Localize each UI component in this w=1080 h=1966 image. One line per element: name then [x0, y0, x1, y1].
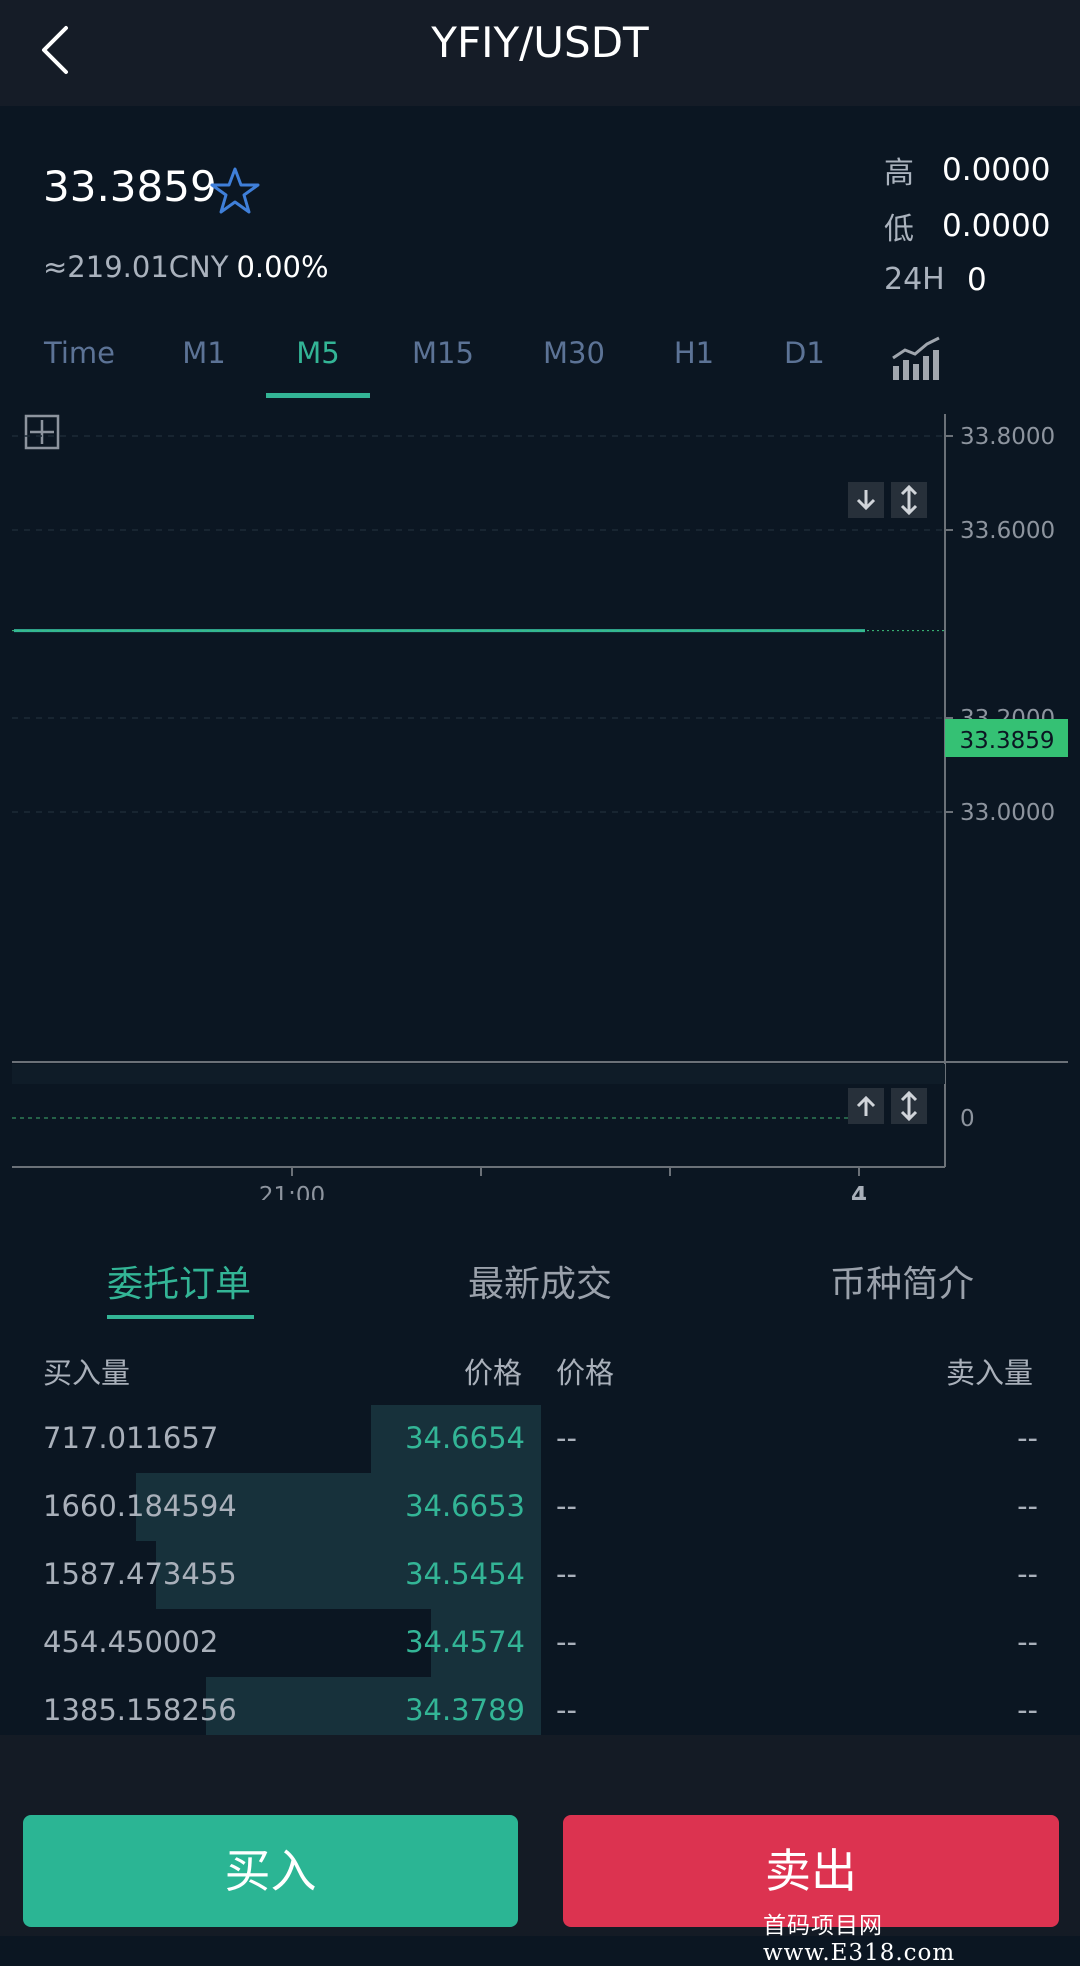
- buy-price: 34.6654: [405, 1421, 525, 1455]
- sell-price: --: [556, 1625, 577, 1659]
- sell-amount: --: [1017, 1489, 1038, 1523]
- price-chart[interactable]: 33.800033.600033.200033.0000 33.3859 0 2…: [0, 410, 1080, 1200]
- order-row[interactable]: 717.011657 34.6654 -- --: [0, 1405, 1080, 1473]
- y-tick-label: 33.8000: [960, 424, 1055, 450]
- order-row[interactable]: 454.450002 34.4574 -- --: [0, 1609, 1080, 1677]
- cny-value: ≈219.01CNY: [43, 250, 229, 284]
- buy-price: 34.6653: [405, 1489, 525, 1523]
- header-sell-amount: 卖入量: [946, 1356, 1034, 1390]
- y-tick-label: 33.6000: [960, 518, 1055, 544]
- star-outline-icon: [210, 167, 260, 214]
- x-tick-label: 21:00: [259, 1183, 325, 1200]
- page-title: YFIY/USDT: [431, 18, 649, 67]
- high-label: 高: [884, 156, 914, 191]
- tab-d1[interactable]: D1: [784, 336, 825, 370]
- buy-amount: 1587.473455: [43, 1557, 237, 1591]
- tab-orders[interactable]: 委托订单: [107, 1255, 251, 1307]
- cny-price: ≈219.01CNY 0.00%: [43, 250, 329, 284]
- volume-strip: [12, 1064, 945, 1084]
- sell-price: --: [556, 1489, 577, 1523]
- expand-vertical-button[interactable]: [891, 482, 927, 518]
- sell-amount: --: [1017, 1693, 1038, 1727]
- price-indicator: 33.3859: [945, 719, 1068, 757]
- header-buy-amount: 买入量: [43, 1356, 131, 1390]
- buy-amount: 454.450002: [43, 1625, 219, 1659]
- tab-coin-info[interactable]: 币种简介: [830, 1255, 974, 1307]
- expand-volume-button[interactable]: [891, 1088, 927, 1124]
- watermark: 首码项目网 www.E318.com: [763, 1913, 956, 1966]
- scroll-up-button[interactable]: [848, 1088, 884, 1124]
- tab-h1[interactable]: H1: [673, 336, 715, 370]
- tab-m5[interactable]: M5: [292, 336, 344, 370]
- header-sell-price: 价格: [556, 1356, 615, 1390]
- volume-value: 0: [967, 262, 987, 298]
- buy-price: 34.5454: [405, 1557, 525, 1591]
- order-row[interactable]: 1660.184594 34.6653 -- --: [0, 1473, 1080, 1541]
- sell-price: --: [556, 1557, 577, 1591]
- indicator-button[interactable]: [891, 336, 941, 382]
- volume-label: 24H: [884, 262, 945, 297]
- bar-chart-icon: [892, 336, 940, 380]
- scroll-down-button[interactable]: [848, 482, 884, 518]
- high-value: 0.0000: [942, 152, 1051, 188]
- buy-price: 34.4574: [405, 1625, 525, 1659]
- tab-latest-trades[interactable]: 最新成交: [468, 1255, 612, 1307]
- current-price: 33.3859: [43, 162, 217, 211]
- sell-price: --: [556, 1421, 577, 1455]
- active-tab-indicator: [266, 393, 370, 398]
- sell-amount: --: [1017, 1557, 1038, 1591]
- price-indicator-label: 33.3859: [959, 728, 1054, 754]
- order-row[interactable]: 1587.473455 34.5454 -- --: [0, 1541, 1080, 1609]
- change-percent: 0.00%: [236, 250, 329, 284]
- buy-price: 34.3789: [405, 1693, 525, 1727]
- header-buy-price: 价格: [464, 1356, 523, 1390]
- tab-m1[interactable]: M1: [180, 336, 228, 370]
- buy-amount: 1660.184594: [43, 1489, 237, 1523]
- x-tick-label: 4: [851, 1183, 867, 1200]
- sell-amount: --: [1017, 1625, 1038, 1659]
- tab-time[interactable]: Time: [44, 336, 115, 370]
- crosshair-toggle-button[interactable]: [24, 414, 60, 450]
- buy-amount: 1385.158256: [43, 1693, 237, 1727]
- y-tick-label: 33.0000: [960, 800, 1055, 826]
- active-order-tab-indicator: [107, 1315, 254, 1319]
- sell-price: --: [556, 1693, 577, 1727]
- low-value: 0.0000: [942, 208, 1051, 244]
- sell-amount: --: [1017, 1421, 1038, 1455]
- favorite-button[interactable]: [210, 166, 260, 216]
- tab-m30[interactable]: M30: [542, 336, 606, 370]
- buy-amount: 717.011657: [43, 1421, 219, 1455]
- tab-m15[interactable]: M15: [410, 336, 476, 370]
- buy-button[interactable]: 买入: [23, 1815, 518, 1927]
- volume-tick: 0: [960, 1106, 975, 1132]
- app-header: YFIY/USDT: [0, 0, 1080, 106]
- low-label: 低: [884, 212, 914, 247]
